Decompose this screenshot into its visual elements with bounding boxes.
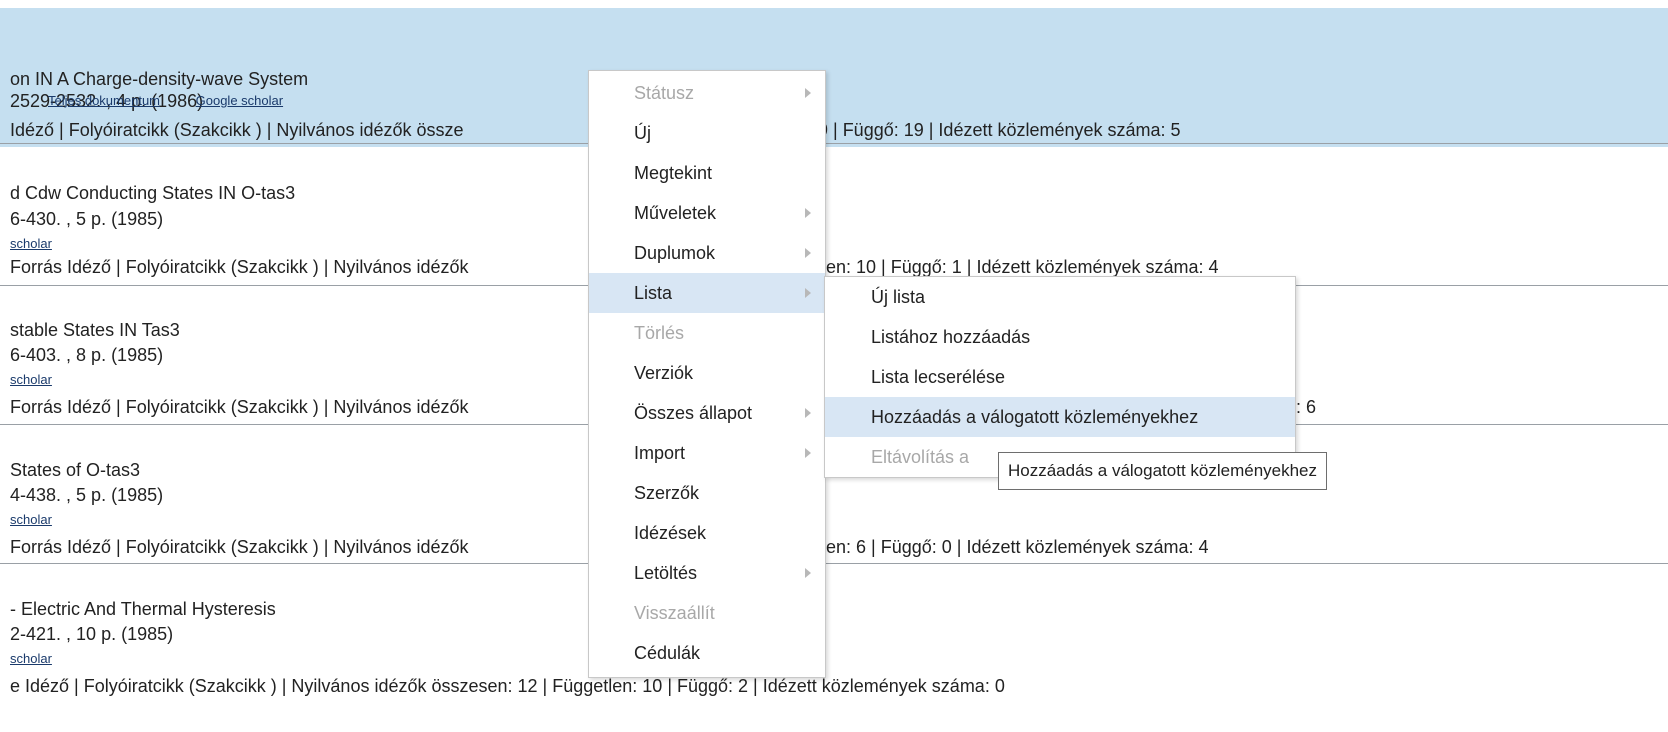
record-meta: e Idéző | Folyóiratcikk (Szakcikk ) | Ny… <box>10 676 1005 696</box>
menu-item-authors[interactable]: Szerzők <box>589 473 825 513</box>
record-pages: 6-403. , 8 p. (1985) <box>10 345 164 365</box>
record-meta-right: en: 10 | Függő: 1 | Idézett közlemények … <box>826 257 1219 277</box>
chevron-right-icon <box>805 248 811 258</box>
chevron-right-icon <box>805 208 811 218</box>
result-row-selected[interactable]: on IN A Charge-density-wave System 2529-… <box>0 8 1668 147</box>
tooltip: Hozzáadás a válogatott közleményekhez <box>998 452 1328 490</box>
menu-item-label: Lista <box>634 283 673 303</box>
record-links: Teljes dokumentum Google scholar <box>48 93 315 108</box>
submenu-item-replace-list[interactable]: Lista lecserélése <box>825 357 1295 397</box>
submenu-item-label: Eltávolítás a <box>871 447 970 467</box>
menu-item-view[interactable]: Megtekint <box>589 153 825 193</box>
menu-item-operations[interactable]: Műveletek <box>589 193 825 233</box>
menu-item-label: Verziók <box>634 363 694 383</box>
menu-item-restore[interactable]: Visszaállít <box>589 593 825 633</box>
menu-item-label: Idézések <box>634 523 707 543</box>
menu-item-duplicates[interactable]: Duplumok <box>589 233 825 273</box>
menu-item-label: Státusz <box>634 83 695 103</box>
record-meta-right: en: 6 | Függő: 0 | Idézett közlemények s… <box>826 537 1209 557</box>
chevron-right-icon <box>805 88 811 98</box>
menu-item-label: Megtekint <box>634 163 713 183</box>
menu-item-label: Műveletek <box>634 203 717 223</box>
menu-item-label: Összes állapot <box>634 403 753 423</box>
menu-item-list[interactable]: Lista <box>589 273 825 313</box>
chevron-right-icon <box>805 568 811 578</box>
menu-item-label: Új <box>634 123 651 143</box>
menu-item-import[interactable]: Import <box>589 433 825 473</box>
google-scholar-link[interactable]: scholar <box>10 372 52 387</box>
chevron-right-icon <box>805 448 811 458</box>
submenu-item-add-to-list[interactable]: Listához hozzáadás <box>825 317 1295 357</box>
menu-item-citations[interactable]: Idézések <box>589 513 825 553</box>
google-scholar-link[interactable]: scholar <box>10 512 52 527</box>
menu-item-status[interactable]: Státusz <box>589 73 825 113</box>
record-pages: 4-438. , 5 p. (1985) <box>10 485 164 505</box>
menu-item-download[interactable]: Letöltés <box>589 553 825 593</box>
record-pages: 2-421. , 10 p. (1985) <box>10 624 174 644</box>
record-links: scholar <box>10 236 84 251</box>
chevron-right-icon <box>805 288 811 298</box>
row-divider <box>0 143 1668 144</box>
submenu-item-label: Listához hozzáadás <box>871 327 1031 347</box>
record-title[interactable]: - Electric And Thermal Hysteresis <box>10 599 276 620</box>
record-meta: Forrás Idéző | Folyóiratcikk (Szakcikk )… <box>10 537 469 557</box>
top-strip <box>0 0 1668 8</box>
submenu-item-label: Lista lecserélése <box>871 367 1006 387</box>
menu-item-label: Duplumok <box>634 243 716 263</box>
record-title[interactable]: on IN A Charge-density-wave System <box>10 69 308 90</box>
record-links: scholar <box>10 651 84 666</box>
record-meta-right: : 6 <box>1296 397 1317 417</box>
record-title[interactable]: d Cdw Conducting States IN O-tas3 <box>10 183 295 204</box>
menu-item-versions[interactable]: Verziók <box>589 353 825 393</box>
menu-item-slips[interactable]: Cédulák <box>589 633 825 673</box>
menu-item-label: Szerzők <box>634 483 700 503</box>
menu-item-all-states[interactable]: Összes állapot <box>589 393 825 433</box>
row-divider <box>0 563 1668 564</box>
menu-item-new[interactable]: Új <box>589 113 825 153</box>
menu-item-label: Letöltés <box>634 563 698 583</box>
record-links: scholar <box>10 372 84 387</box>
menu-item-delete[interactable]: Törlés <box>589 313 825 353</box>
google-scholar-link[interactable]: Google scholar <box>196 93 283 108</box>
record-meta: Idéző | Folyóiratcikk (Szakcikk ) | Nyil… <box>10 120 464 140</box>
record-meta: Forrás Idéző | Folyóiratcikk (Szakcikk )… <box>10 397 469 417</box>
menu-item-label: Törlés <box>634 323 685 343</box>
record-pages: 6-430. , 5 p. (1985) <box>10 209 164 229</box>
full-document-link[interactable]: Teljes dokumentum <box>48 93 160 108</box>
menu-item-label: Visszaállít <box>634 603 715 623</box>
record-meta: Forrás Idéző | Folyóiratcikk (Szakcikk )… <box>10 257 469 277</box>
menu-item-label: Import <box>634 443 686 463</box>
list-submenu: Új lista Listához hozzáadás Lista lecser… <box>824 276 1296 478</box>
submenu-item-new-list[interactable]: Új lista <box>825 277 1295 317</box>
submenu-item-label: Új lista <box>871 287 926 307</box>
submenu-item-add-to-selected[interactable]: Hozzáadás a válogatott közleményekhez <box>825 397 1295 437</box>
submenu-item-label: Hozzáadás a válogatott közleményekhez <box>871 407 1199 427</box>
record-title[interactable]: States of O-tas3 <box>10 460 140 481</box>
google-scholar-link[interactable]: scholar <box>10 236 52 251</box>
chevron-right-icon <box>805 408 811 418</box>
menu-item-label: Cédulák <box>634 643 701 663</box>
record-meta-right: 9 | Függő: 19 | Idézett közlemények szám… <box>818 120 1181 140</box>
context-menu: Státusz Új Megtekint Műveletek Duplumok … <box>588 70 826 678</box>
google-scholar-link[interactable]: scholar <box>10 651 52 666</box>
record-title[interactable]: stable States IN Tas3 <box>10 320 180 341</box>
record-links: scholar <box>10 512 84 527</box>
